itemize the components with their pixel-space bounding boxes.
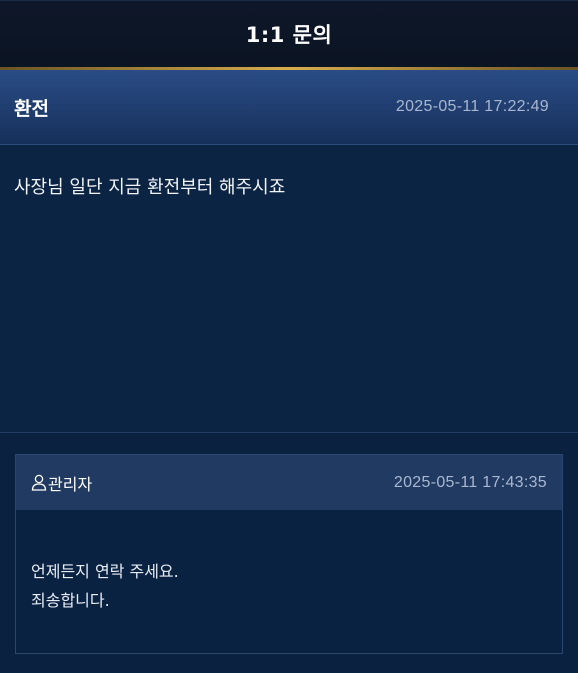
reply-body: 언제든지 연락 주세요. 죄송합니다. [16,510,562,653]
reply-card: 관리자 2025-05-11 17:43:35 언제든지 연락 주세요. 죄송합… [15,454,563,654]
inquiry-date: 2025-05-11 17:22:49 [395,98,549,115]
reply-author: 관리자 [31,471,92,495]
reply-author-name: 관리자 [48,474,93,494]
reply-line: 죄송합니다. [31,591,110,610]
inquiry-text: 사장님 일단 지금 환전부터 해주시죠 [14,177,286,198]
page-title: 1:1 문의 [245,23,333,47]
inquiry-body: 사장님 일단 지금 환전부터 해주시죠 [0,145,578,433]
inquiry-detail-page: 1:1 문의 환전 2025-05-11 17:22:49 사장님 일단 지금 … [0,0,578,673]
inquiry-subject: 환전 [14,97,49,120]
person-icon [31,474,47,491]
inquiry-subject-bar: 환전 2025-05-11 17:22:49 [0,70,578,145]
reply-date: 2025-05-11 17:43:35 [393,473,547,491]
top-header: 1:1 문의 [0,0,578,67]
reply-header: 관리자 2025-05-11 17:43:35 [16,455,562,510]
reply-section: 관리자 2025-05-11 17:43:35 언제든지 연락 주세요. 죄송합… [0,433,578,654]
reply-line: 언제든지 연락 주세요. [31,562,179,581]
